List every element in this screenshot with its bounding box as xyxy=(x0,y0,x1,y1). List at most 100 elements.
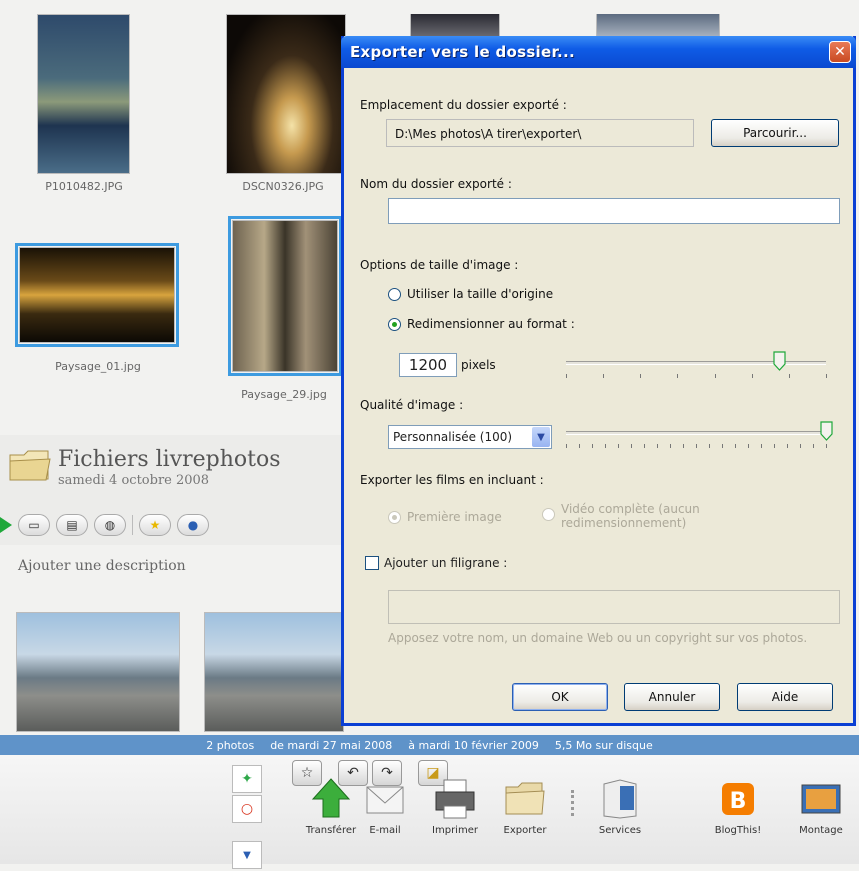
pixels-slider-thumb[interactable] xyxy=(773,351,786,371)
toolbar-divider xyxy=(132,515,133,535)
slider-tick xyxy=(748,444,749,448)
cancel-button[interactable]: Annuler xyxy=(624,683,720,711)
photo-thumbnail-selected[interactable] xyxy=(228,216,342,376)
thumbnail-caption: Paysage_29.jpg xyxy=(241,388,327,401)
watermark-input[interactable] xyxy=(388,590,840,624)
watermark-label: Ajouter un filigrane : xyxy=(384,556,508,570)
tool-print-button[interactable]: Imprimer xyxy=(420,775,490,836)
add-description-link[interactable]: Ajouter une description xyxy=(18,558,186,574)
photo-thumbnail[interactable] xyxy=(204,612,344,732)
location-label: Emplacement du dossier exporté : xyxy=(360,98,567,112)
pixels-input[interactable]: 1200 xyxy=(399,353,457,377)
size-resize-radio[interactable]: Redimensionner au format : xyxy=(388,317,575,331)
status-bar: 2 photos de mardi 27 mai 2008 à mardi 10… xyxy=(0,735,859,755)
slider-tick xyxy=(774,444,775,448)
star-button[interactable]: ★ xyxy=(139,514,171,536)
quality-label: Qualité d'image : xyxy=(360,398,464,412)
watermark-checkbox[interactable]: Ajouter un filigrane : xyxy=(365,556,507,570)
movie-button[interactable]: ▤ xyxy=(56,514,88,536)
movies-full-label: Vidéo complète (aucun redimensionnement) xyxy=(561,502,700,530)
slider-tick xyxy=(709,444,710,448)
browse-button[interactable]: Parcourir... xyxy=(711,119,839,147)
photo-thumbnail-selected[interactable] xyxy=(15,243,179,347)
photo-thumbnail[interactable] xyxy=(37,14,130,174)
slider-tick xyxy=(605,444,606,448)
tool-label: Imprimer xyxy=(432,825,478,836)
ok-button[interactable]: OK xyxy=(512,683,608,711)
slider-tick xyxy=(657,444,658,448)
status-photo-count: 2 photos xyxy=(206,738,255,752)
tool-services-button[interactable]: Services xyxy=(585,775,655,836)
person-icon: ● xyxy=(187,518,199,532)
pin-button[interactable]: ✦ xyxy=(232,765,262,793)
photo-thumbnail[interactable] xyxy=(226,14,346,174)
photo-thumbnail[interactable] xyxy=(596,14,720,38)
movies-full-radio[interactable]: Vidéo complète (aucun redimensionnement) xyxy=(542,502,731,530)
tool-label: Services xyxy=(598,825,642,836)
geotag-button[interactable]: ◍ xyxy=(94,514,126,536)
blogger-icon: B xyxy=(722,783,754,815)
photo-thumbnail[interactable] xyxy=(16,612,180,732)
slider-tick xyxy=(800,444,801,448)
size-options-label: Options de taille d'image : xyxy=(360,258,519,272)
tool-email-button[interactable]: E-mail xyxy=(350,775,420,836)
photo-thumbnail[interactable] xyxy=(410,14,500,38)
circle-icon: ○ xyxy=(240,801,254,817)
radio-indicator xyxy=(388,317,401,331)
size-original-label: Utiliser la taille d'origine xyxy=(407,287,554,301)
picture-icon xyxy=(801,784,841,814)
tool-montage-button[interactable]: Montage xyxy=(786,775,856,836)
quality-select[interactable]: Personnalisée (100) ▼ xyxy=(388,425,552,449)
export-dialog: Exporter vers le dossier... ✕ Emplacemen… xyxy=(341,36,856,726)
slider-tick xyxy=(751,374,753,378)
slider-tick xyxy=(826,374,827,378)
checkbox-box xyxy=(365,556,379,570)
slider-tick xyxy=(566,374,567,378)
slider-tick xyxy=(683,444,684,448)
help-button[interactable]: Aide xyxy=(737,683,833,711)
movies-first-label: Première image xyxy=(407,510,502,524)
slider-tick xyxy=(696,444,697,448)
slider-tick xyxy=(714,374,716,378)
album-title: Fichiers livrephotos xyxy=(58,447,281,472)
quality-slider-track[interactable] xyxy=(566,431,826,435)
tray-menu-button[interactable]: ▼ xyxy=(232,841,262,869)
slider-tick xyxy=(670,444,671,448)
radio-indicator xyxy=(388,510,401,524)
dialog-titlebar[interactable]: Exporter vers le dossier... ✕ xyxy=(341,36,856,68)
size-original-radio[interactable]: Utiliser la taille d'origine xyxy=(388,287,553,301)
folder-icon xyxy=(9,450,51,481)
chevron-down-icon[interactable]: ▼ xyxy=(532,427,550,447)
slider-tick xyxy=(592,444,593,448)
slideshow-button[interactable]: ▭ xyxy=(18,514,50,536)
book-icon xyxy=(603,779,637,819)
thumbnail-caption: P1010482.JPG xyxy=(45,180,123,193)
quality-select-value: Personnalisée (100) xyxy=(393,430,513,444)
movies-first-radio[interactable]: Première image xyxy=(388,510,502,524)
slider-tick xyxy=(788,374,790,378)
close-button[interactable]: ✕ xyxy=(829,41,851,63)
tool-blogthis-button[interactable]: B BlogThis! xyxy=(703,775,773,836)
pixels-slider-track[interactable] xyxy=(566,361,826,365)
status-disk-size: 5,5 Mo sur disque xyxy=(554,738,653,752)
tool-label: Exporter xyxy=(503,825,547,836)
movies-label: Exporter les films en incluant : xyxy=(360,473,544,487)
quality-slider-thumb[interactable] xyxy=(819,421,833,441)
location-path-field: D:\Mes photos\A tirer\exporter\ xyxy=(386,119,694,147)
clear-button[interactable]: ○ xyxy=(232,795,262,823)
slider-tick xyxy=(566,444,567,448)
dialog-title: Exporter vers le dossier... xyxy=(350,43,576,61)
slider-tick xyxy=(640,374,642,378)
pixels-unit-label: pixels xyxy=(461,358,496,372)
thumbnail-caption: Paysage_01.jpg xyxy=(55,360,141,373)
people-button[interactable]: ● xyxy=(177,514,209,536)
folder-name-input[interactable] xyxy=(388,198,840,224)
tool-export-button[interactable]: Exporter xyxy=(490,775,560,836)
tray-divider xyxy=(571,790,574,816)
size-resize-label: Redimensionner au format : xyxy=(407,317,575,331)
slider-tick xyxy=(579,444,580,448)
album-toolbar: ▭ ▤ ◍ ★ ● xyxy=(0,512,209,538)
play-icon[interactable] xyxy=(0,517,12,533)
slider-tick xyxy=(735,444,736,448)
thumbnail-caption: DSCN0326.JPG xyxy=(242,180,324,193)
